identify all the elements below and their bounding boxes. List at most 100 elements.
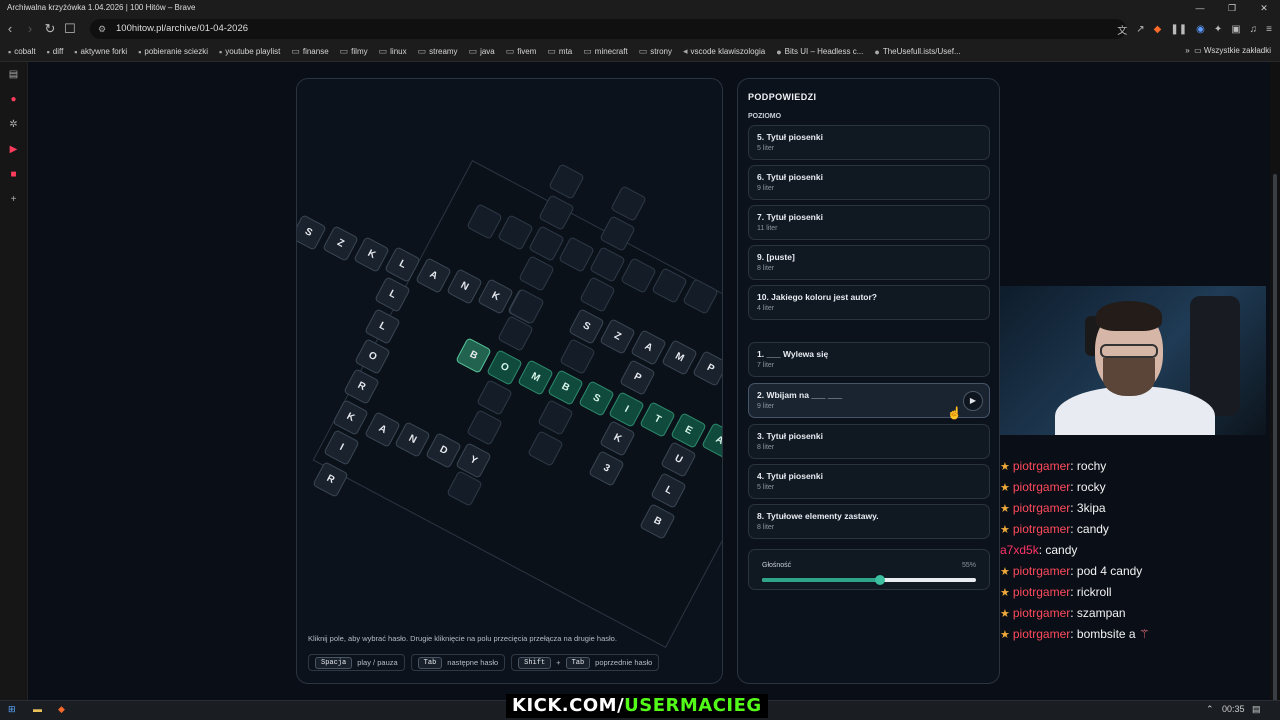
bookmark-filmy[interactable]: ▭ filmy xyxy=(340,46,368,57)
crossword-cell[interactable]: K xyxy=(353,236,390,273)
chat-text: : pod 4 candy xyxy=(1070,564,1143,578)
bookmark-vscode[interactable]: ◂ vscode klawiszologia xyxy=(683,46,765,57)
share-icon[interactable]: ↗ xyxy=(1136,24,1144,35)
crossword-cell[interactable]: S xyxy=(297,214,327,251)
chat-user: piotrgamer xyxy=(1012,480,1071,494)
site-settings-icon[interactable]: ⚙ xyxy=(98,19,106,39)
bookmark-aktywne-forki[interactable]: ▪ aktywne forki xyxy=(74,47,127,57)
all-bookmarks[interactable]: » ▭ Wszystkie zakładki xyxy=(1185,46,1271,55)
clue-label: 5. Tytuł piosenki xyxy=(757,132,823,142)
webcam-glasses xyxy=(1100,344,1158,358)
bookmark-streamy[interactable]: ▭ streamy xyxy=(418,46,458,57)
folder-icon: ▭ xyxy=(505,46,515,56)
window-controls: — ❐ ✕ xyxy=(1184,0,1280,16)
forward-icon[interactable]: › xyxy=(20,16,40,42)
brave-icon[interactable]: ◆ xyxy=(58,704,65,715)
crossword-cell-empty[interactable] xyxy=(548,163,585,200)
star-icon: ★ xyxy=(1000,629,1010,641)
kick-text-white: KICK.COM/ xyxy=(512,695,625,716)
clue-label: 2. Wbijam na ___ ___ xyxy=(757,390,843,400)
bookmark-usefull-lists[interactable]: ● TheUsefull.ists/Usef... xyxy=(874,47,960,57)
minimize-icon[interactable]: — xyxy=(1184,0,1216,16)
folder-icon: ▭ xyxy=(378,46,388,56)
chat-text: : candy xyxy=(1038,543,1078,557)
play-icon[interactable]: ▶ xyxy=(963,391,983,411)
sidebar-add-icon[interactable]: + xyxy=(0,187,27,212)
scrollbar-thumb[interactable] xyxy=(1273,174,1277,706)
clue-length: 8 liter xyxy=(757,265,775,272)
chat-message: ★ piotrgamer: candy xyxy=(1000,519,1266,540)
brave-shields-icon[interactable]: ◆ xyxy=(1154,24,1162,35)
bookmark-strony[interactable]: ▭ strony xyxy=(639,46,672,57)
vscode-icon: ◂ xyxy=(683,46,688,56)
bookmark-bits-ui[interactable]: ● Bits UI – Headless c... xyxy=(776,47,863,57)
chat-message: ★ piotrgamer: rochy xyxy=(1000,456,1266,477)
volume-label: Głośność xyxy=(762,562,792,569)
bookmark-pobieranie[interactable]: ▪ pobieranie sciezki xyxy=(138,47,208,57)
kick-text-green: USERMACIEG xyxy=(624,695,762,716)
clue-down-8[interactable]: 8. Tytułowe elementy zastawy. 8 liter xyxy=(748,504,990,539)
restore-icon[interactable]: ❐ xyxy=(1216,0,1248,16)
volume-slider[interactable] xyxy=(762,575,976,585)
clue-length: 4 liter xyxy=(757,305,775,312)
bookmark-minecraft[interactable]: ▭ minecraft xyxy=(583,46,627,57)
chat-message: ★ piotrgamer: pod 4 candy xyxy=(1000,561,1266,582)
clue-length: 5 liter xyxy=(757,145,775,152)
translate-icon[interactable]: 文 xyxy=(1117,22,1127,37)
chat-text: : bombsite a xyxy=(1070,627,1136,641)
clue-down-4[interactable]: 4. Tytuł piosenki 5 liter xyxy=(748,464,990,499)
explorer-icon[interactable]: ▬ xyxy=(33,704,42,714)
address-bar[interactable]: ⚙ 100hitow.pl/archive/01-04-2026 xyxy=(90,19,1126,39)
pause-icon[interactable]: ❚❚ xyxy=(1170,24,1187,35)
clue-length: 9 liter xyxy=(757,185,775,192)
back-icon[interactable]: ‹ xyxy=(0,16,20,42)
close-icon[interactable]: ✕ xyxy=(1248,0,1280,16)
clue-across-5[interactable]: 5. Tytuł piosenki 5 liter xyxy=(748,125,990,160)
clue-down-1[interactable]: 1. ___ Wylewa się 7 liter xyxy=(748,342,990,377)
clue-down-3[interactable]: 3. Tytuł piosenki 8 liter xyxy=(748,424,990,459)
navigation-bar: ‹ › ↻ ☐ ⚙ 100hitow.pl/archive/01-04-2026… xyxy=(0,16,1280,42)
chat-user: piotrgamer xyxy=(1012,627,1071,641)
bookmark-java[interactable]: ▭ java xyxy=(469,46,495,57)
media-icon[interactable]: ♫ xyxy=(1250,24,1258,35)
clues-title: PODPOWIEDZI xyxy=(748,92,817,102)
audio-icon[interactable]: ◉ xyxy=(1196,24,1205,35)
bookmark-mta[interactable]: ▭ mta xyxy=(547,46,572,57)
bookmarks-bar: ▪ cobalt ▪ diff ▪ aktywne forki ▪ pobieranie… xyxy=(0,42,1280,62)
star-icon: ★ xyxy=(1000,482,1010,494)
star-icon: ★ xyxy=(1000,566,1010,578)
chat-message: ★ piotrgamer: szampan xyxy=(1000,603,1266,624)
clue-across-6[interactable]: 6. Tytuł piosenki 9 liter xyxy=(748,165,990,200)
tray-chevron-icon[interactable]: ⌃ xyxy=(1206,704,1214,715)
crossword-hint: Kliknij pole, aby wybrać hasło. Drugie k… xyxy=(308,634,617,643)
clue-across-9[interactable]: 9. [puste] 8 liter xyxy=(748,245,990,280)
shortcut-desc: play / pauza xyxy=(357,658,398,667)
page-scrollbar[interactable] xyxy=(1270,62,1280,706)
bookmark-diff[interactable]: ▪ diff xyxy=(47,47,64,57)
bookmark-finanse[interactable]: ▭ finanse xyxy=(291,46,328,57)
bookmark-fivem[interactable]: ▭ fivem xyxy=(506,46,537,57)
sidebar-app-icon[interactable]: ● xyxy=(0,87,27,112)
start-icon[interactable]: ⊞ xyxy=(8,704,16,715)
clue-across-10[interactable]: 10. Jakiego koloru jest autor? 4 liter xyxy=(748,285,990,320)
bookmark-cobalt[interactable]: ▪ cobalt xyxy=(8,47,36,57)
bookmark-linux[interactable]: ▭ linux xyxy=(379,46,407,57)
menu-icon[interactable]: ≡ xyxy=(1266,24,1272,35)
folder-icon: ▭ xyxy=(638,46,648,56)
sidebar-settings-icon[interactable]: ✲ xyxy=(0,112,27,137)
notifications-icon[interactable]: ▤ xyxy=(1252,704,1261,715)
sidebar-toggle-icon[interactable]: ▣ xyxy=(1231,24,1240,35)
sidebar-youtube-icon[interactable]: ▶ xyxy=(0,137,27,162)
reload-icon[interactable]: ↻ xyxy=(40,16,60,42)
extensions-icon[interactable]: ✦ xyxy=(1214,24,1222,35)
sidebar-panel-icon[interactable]: ▤ xyxy=(0,62,27,87)
folder-icon: ▭ xyxy=(339,46,349,56)
clue-across-7[interactable]: 7. Tytuł piosenki 11 liter xyxy=(748,205,990,240)
chat-user: piotrgamer xyxy=(1012,606,1071,620)
sidebar-app2-icon[interactable]: ■ xyxy=(0,162,27,187)
bookmark-youtube-playlist[interactable]: ▪ youtube playlist xyxy=(219,47,280,57)
emote-icon: ⚚ xyxy=(1138,627,1150,641)
volume-knob[interactable] xyxy=(874,575,885,585)
bookmark-icon[interactable]: ☐ xyxy=(60,16,80,42)
crossword-cell[interactable]: Z xyxy=(322,225,359,262)
